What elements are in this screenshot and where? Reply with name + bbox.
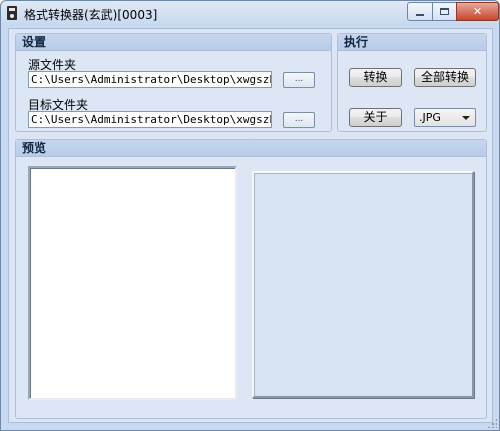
minimize-button[interactable]: [407, 2, 433, 21]
close-icon: ✕: [472, 5, 483, 18]
client-area: 设置 源文件夹 C:\Users\Administrator\Desktop\x…: [8, 28, 493, 423]
minimize-icon: [416, 13, 424, 16]
main-window: 格式转换器(玄武)[0003] ✕ 设置 源文件夹 C:\Users\Admin…: [0, 0, 500, 431]
preview-group: 预览: [15, 139, 487, 419]
app-icon[interactable]: [7, 6, 17, 20]
execute-header: 执行: [338, 34, 486, 51]
format-select[interactable]: .JPG: [414, 108, 476, 127]
preview-header: 预览: [16, 140, 486, 157]
title-bar[interactable]: 格式转换器(玄武)[0003] ✕: [1, 1, 499, 26]
format-select-value: .JPG: [419, 111, 441, 124]
image-preview-panel: [252, 171, 474, 398]
file-list-panel[interactable]: [28, 166, 237, 400]
chevron-down-icon: [462, 116, 470, 120]
settings-header: 设置: [16, 34, 331, 51]
maximize-button[interactable]: [432, 2, 457, 21]
convert-all-button[interactable]: 全部转换: [414, 68, 476, 87]
source-browse-button[interactable]: ...: [283, 72, 315, 88]
execute-group: 执行 转换 全部转换 关于 .JPG: [337, 33, 487, 132]
close-button[interactable]: ✕: [456, 2, 499, 21]
convert-button[interactable]: 转换: [349, 68, 402, 87]
window-title: 格式转换器(玄武)[0003]: [24, 8, 158, 22]
target-folder-input[interactable]: C:\Users\Administrator\Desktop\xwgszhq_9…: [28, 111, 272, 128]
source-folder-input[interactable]: C:\Users\Administrator\Desktop\xwgszhq_9…: [28, 71, 272, 88]
about-button[interactable]: 关于: [349, 108, 402, 127]
maximize-icon: [440, 8, 449, 15]
settings-group: 设置 源文件夹 C:\Users\Administrator\Desktop\x…: [15, 33, 332, 132]
target-browse-button[interactable]: ...: [283, 112, 315, 128]
